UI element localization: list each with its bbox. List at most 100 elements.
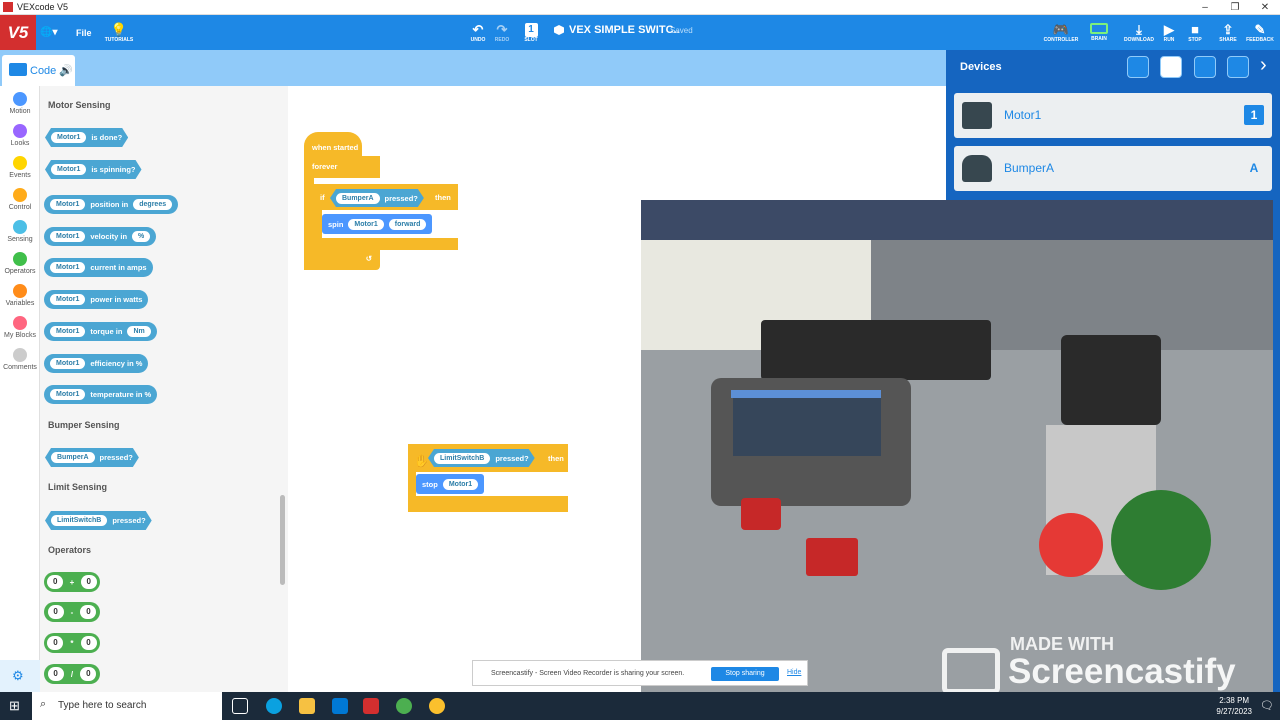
block-limit-pressed[interactable]: LimitSwitchB pressed? bbox=[45, 511, 152, 530]
block-motor-current[interactable]: Motor1 current in amps bbox=[44, 258, 153, 277]
category-motion[interactable]: Motion bbox=[0, 92, 40, 115]
operand-b[interactable]: 0 bbox=[80, 667, 97, 681]
bumper-dropdown[interactable]: BumperA bbox=[336, 193, 380, 204]
chrome-icon[interactable] bbox=[396, 698, 412, 714]
motor-dropdown[interactable]: Motor1 bbox=[50, 199, 86, 210]
taskbar-search[interactable]: ⌕ Type here to search bbox=[32, 692, 222, 720]
code-view-button[interactable] bbox=[1127, 56, 1149, 78]
limit-dropdown[interactable]: LimitSwitchB bbox=[434, 453, 490, 464]
block-stop-motor[interactable]: stop Motor1 bbox=[416, 474, 485, 494]
block-add[interactable]: 0 +0 bbox=[44, 572, 100, 592]
device-motor1[interactable]: Motor1 1 bbox=[954, 93, 1272, 138]
taskbar-clock[interactable]: 2:38 PM 9/27/2023 bbox=[1216, 695, 1252, 717]
v5-logo: V5 bbox=[0, 15, 36, 50]
category-events[interactable]: Events bbox=[0, 156, 40, 179]
feedback-button[interactable]: ✎ FEEDBACK bbox=[1244, 15, 1276, 50]
motor-dropdown[interactable]: Motor1 bbox=[50, 231, 86, 242]
file-menu[interactable]: File bbox=[76, 15, 92, 50]
direction-dropdown[interactable]: forward bbox=[388, 218, 427, 230]
motor-dropdown[interactable]: Motor1 bbox=[50, 326, 86, 337]
category-operators[interactable]: Operators bbox=[0, 252, 40, 275]
project-name[interactable]: VEX SIMPLE SWITC.. bbox=[569, 24, 680, 36]
mail-icon[interactable] bbox=[332, 698, 348, 714]
operand-b[interactable]: 0 bbox=[80, 575, 97, 589]
stop-sharing-button[interactable]: Stop sharing bbox=[711, 667, 779, 681]
block-multiply[interactable]: 0 * 0 bbox=[44, 633, 100, 653]
devices-view-button[interactable] bbox=[1160, 56, 1182, 78]
download-button[interactable]: ⤓ DOWNLOAD bbox=[1120, 15, 1158, 50]
motor-dropdown[interactable]: Motor1 bbox=[348, 218, 384, 230]
slot-button[interactable]: 1 SLOT bbox=[520, 15, 542, 50]
redo-button[interactable]: ↷ REDO bbox=[492, 15, 512, 50]
limit-dropdown[interactable]: LimitSwitchB bbox=[51, 515, 107, 526]
help-button[interactable] bbox=[1227, 56, 1249, 78]
block-motor-is-spinning[interactable]: Motor1 is spinning? bbox=[45, 160, 142, 179]
block-motor-efficiency[interactable]: Motor1 efficiency in % bbox=[44, 354, 149, 373]
block-divide[interactable]: 0 / 0 bbox=[44, 664, 100, 684]
operand-b[interactable]: 0 bbox=[80, 605, 97, 619]
device-bumpera[interactable]: BumperA A bbox=[954, 146, 1272, 191]
run-button[interactable]: ▶ RUN bbox=[1160, 15, 1178, 50]
category-comments[interactable]: Comments bbox=[0, 348, 40, 371]
stop-button[interactable]: ■ STOP bbox=[1184, 15, 1206, 50]
units-dropdown[interactable]: % bbox=[132, 231, 151, 242]
bumper-dropdown[interactable]: BumperA bbox=[51, 452, 95, 463]
motor-dropdown[interactable]: Motor1 bbox=[50, 389, 86, 400]
motor-dropdown[interactable]: Motor1 bbox=[50, 294, 86, 305]
vexcode-taskbar-icon[interactable] bbox=[363, 698, 379, 714]
operand-a[interactable]: 0 bbox=[47, 575, 64, 589]
category-my-blocks[interactable]: My Blocks bbox=[0, 316, 40, 339]
motor-dropdown[interactable]: Motor1 bbox=[442, 478, 479, 490]
hide-link[interactable]: Hide bbox=[787, 669, 801, 676]
tab-code[interactable]: Code 🔊 bbox=[2, 55, 75, 86]
category-variables[interactable]: Variables bbox=[0, 284, 40, 307]
undo-button[interactable]: ↶ UNDO bbox=[468, 15, 488, 50]
block-bumper-pressed-placed[interactable]: BumperA pressed? bbox=[330, 189, 424, 207]
operand-a[interactable]: 0 bbox=[47, 605, 64, 619]
category-looks[interactable]: Looks bbox=[0, 124, 40, 147]
motor-dropdown[interactable]: Motor1 bbox=[51, 132, 86, 143]
edge-icon[interactable] bbox=[266, 698, 282, 714]
block-motor-torque[interactable]: Motor1 torque in Nm bbox=[44, 322, 157, 341]
block-limit-pressed-placed[interactable]: LimitSwitchB pressed? bbox=[428, 449, 535, 467]
block-subtract[interactable]: 0-0 bbox=[44, 602, 100, 622]
category-sensing[interactable]: Sensing bbox=[0, 220, 40, 243]
language-button[interactable]: 🌐 ▾ bbox=[40, 15, 57, 50]
units-dropdown[interactable]: Nm bbox=[127, 326, 151, 337]
speaker-icon[interactable]: 🔊 bbox=[59, 65, 73, 77]
extensions-button[interactable]: ⚙ bbox=[0, 660, 40, 692]
controller-button[interactable]: 🎮 CONTROLLER bbox=[1042, 15, 1080, 50]
block-when-started[interactable]: when started bbox=[304, 132, 362, 156]
motor-dropdown[interactable]: Motor1 bbox=[50, 262, 86, 273]
chevron-right-icon[interactable]: › bbox=[1260, 54, 1267, 77]
windows-start-icon[interactable]: ⊞ bbox=[9, 698, 20, 714]
tutorials-button[interactable]: 💡 TUTORIALS bbox=[104, 15, 134, 50]
file-explorer-icon[interactable] bbox=[299, 698, 315, 714]
dashboard-button[interactable] bbox=[1194, 56, 1216, 78]
operand-a[interactable]: 0 bbox=[47, 636, 64, 650]
close-button[interactable]: ✕ bbox=[1250, 0, 1280, 15]
palette-scrollbar[interactable] bbox=[280, 495, 285, 585]
share-button[interactable]: ⇪ SHARE bbox=[1216, 15, 1240, 50]
minimize-button[interactable]: – bbox=[1190, 0, 1220, 15]
chrome-icon-2[interactable] bbox=[429, 698, 445, 714]
operand-a[interactable]: 0 bbox=[47, 667, 64, 681]
block-motor-power[interactable]: Motor1 power in watts bbox=[44, 290, 149, 309]
notification-icon[interactable]: 🗨 bbox=[1260, 699, 1274, 712]
task-view-icon[interactable] bbox=[232, 698, 248, 714]
category-control[interactable]: Control bbox=[0, 188, 40, 211]
block-forever[interactable]: forever bbox=[304, 156, 380, 178]
motor-dropdown[interactable]: Motor1 bbox=[50, 358, 86, 369]
block-motor-position[interactable]: Motor1 position in degrees bbox=[44, 195, 179, 214]
search-placeholder: Type here to search bbox=[58, 700, 147, 711]
operand-b[interactable]: 0 bbox=[80, 636, 97, 650]
maximize-button[interactable]: ❐ bbox=[1220, 0, 1250, 15]
block-motor-is-done[interactable]: Motor1 is done? bbox=[45, 128, 128, 147]
block-motor-velocity[interactable]: Motor1 velocity in% bbox=[44, 227, 157, 246]
units-dropdown[interactable]: degrees bbox=[133, 199, 173, 210]
motor-dropdown[interactable]: Motor1 bbox=[51, 164, 86, 175]
block-spin-motor[interactable]: spin Motor1 forward bbox=[322, 214, 433, 234]
brain-button[interactable]: BRAIN bbox=[1082, 15, 1116, 50]
block-motor-temperature[interactable]: Motor1 temperature in % bbox=[44, 385, 158, 404]
block-bumper-pressed[interactable]: BumperA pressed? bbox=[45, 448, 139, 467]
